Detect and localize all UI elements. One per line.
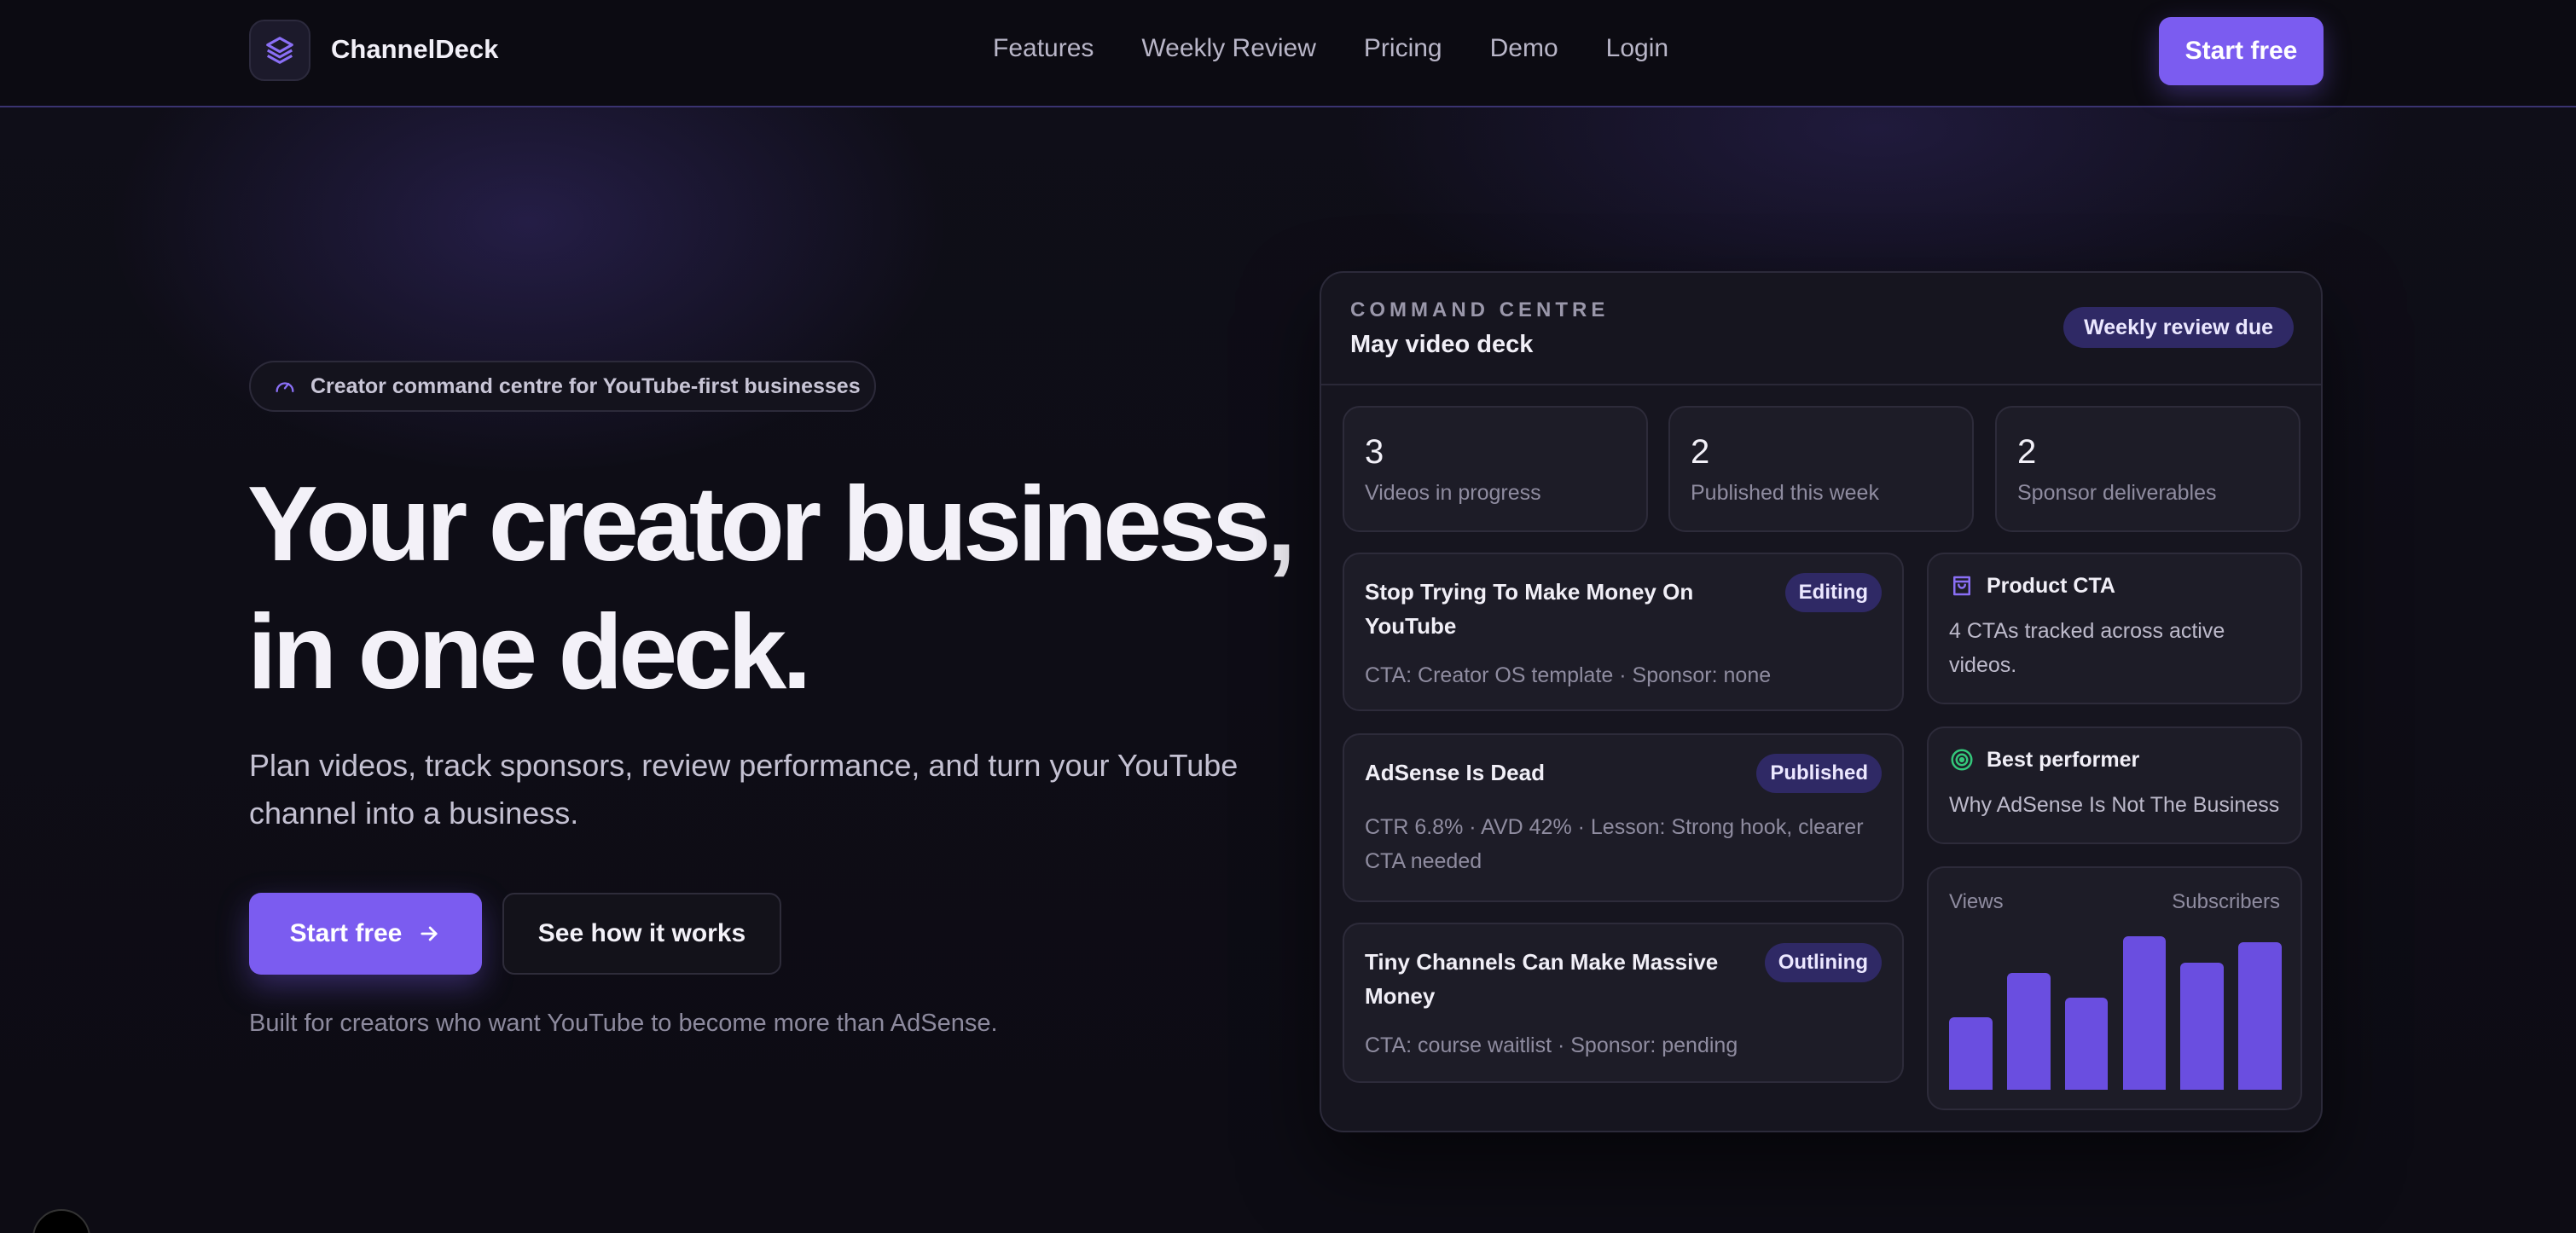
bar-chart (1949, 936, 2282, 1090)
chart-bar (2122, 936, 2167, 1090)
gauge-icon (276, 382, 294, 392)
product-cta-title: Product CTA (1987, 573, 2115, 598)
status-badge: Editing (1784, 573, 1882, 612)
best-performer-body: Why AdSense Is Not The Business (1949, 793, 2280, 817)
deck-kicker: COMMAND CENTRE (1350, 298, 1610, 321)
video-title: AdSense Is Dead (1365, 760, 1545, 785)
hero-pill-text: Creator command centre for YouTube-first… (310, 373, 861, 398)
nav-links: Features Weekly Review Pricing Demo Logi… (993, 34, 1716, 63)
stat-label: Published this week (1691, 481, 1879, 505)
nav-link-weekly-review[interactable]: Weekly Review (1141, 34, 1316, 63)
nav-link-demo[interactable]: Demo (1490, 34, 1558, 63)
chart-bar (2180, 962, 2225, 1090)
stat-value: 3 (1365, 433, 1384, 471)
video-card[interactable]: AdSense Is Dead Published CTR 6.8% · AVD… (1343, 733, 1904, 902)
nav-link-login[interactable]: Login (1606, 34, 1668, 63)
hero-start-free-label: Start free (289, 919, 403, 947)
chart-bar (2006, 973, 2051, 1090)
video-meta: CTA: Creator OS template · Sponsor: none (1365, 663, 1772, 687)
deck-title: May video deck (1350, 331, 1534, 358)
status-badge: Published (1756, 754, 1882, 793)
video-title: Stop Trying To Make Money On YouTube (1365, 579, 1694, 639)
layers-icon[interactable] (249, 20, 310, 81)
performance-chart-card: Views Subscribers (1927, 866, 2302, 1110)
video-card[interactable]: Stop Trying To Make Money On YouTube Edi… (1343, 553, 1904, 711)
stat-label: Videos in progress (1365, 481, 1541, 505)
stat-value: 2 (2017, 433, 2037, 471)
brand-name[interactable]: ChannelDeck (331, 34, 498, 65)
nav-link-pricing[interactable]: Pricing (1364, 34, 1442, 63)
product-cta-card[interactable]: Product CTA 4 CTAs tracked across active… (1927, 553, 2302, 704)
see-how-it-works-button[interactable]: See how it works (502, 893, 781, 975)
stat-card-videos: 3 Videos in progress (1343, 406, 1648, 532)
target-icon (1951, 749, 1973, 771)
stat-label: Sponsor deliverables (2017, 481, 2217, 505)
hero-start-free-button[interactable]: Start free (249, 893, 482, 975)
hero-title-line2: in one deck. (247, 593, 812, 711)
video-meta: CTA: course waitlist · Sponsor: pending (1365, 1033, 1738, 1057)
status-badge: Outlining (1764, 943, 1882, 982)
deck-header: COMMAND CENTRE May video deck Weekly rev… (1321, 273, 2321, 385)
weekly-review-badge[interactable]: Weekly review due (2063, 307, 2294, 348)
best-performer-title: Best performer (1987, 747, 2140, 772)
video-title: Tiny Channels Can Make Massive Money (1365, 949, 1719, 1009)
best-performer-card[interactable]: Best performer Why AdSense Is Not The Bu… (1927, 726, 2302, 844)
arrow-right-icon (421, 926, 438, 941)
hero-title-line1: Your creator business, (247, 466, 1297, 583)
stat-card-published: 2 Published this week (1668, 406, 1974, 532)
hero-pill: Creator command centre for YouTube-first… (249, 361, 876, 412)
nav-link-features[interactable]: Features (993, 34, 1094, 63)
chart-bar (2064, 998, 2109, 1090)
chart-views-label: Views (1949, 890, 2004, 913)
bag-icon (1953, 576, 1970, 596)
product-cta-body: 4 CTAs tracked across active videos. (1949, 619, 2225, 677)
stat-card-sponsors: 2 Sponsor deliverables (1995, 406, 2300, 532)
product-cta-head: Product CTA (1949, 573, 2115, 599)
chart-subscribers-label: Subscribers (2172, 890, 2280, 913)
chart-bar (2238, 942, 2282, 1090)
command-centre-deck: COMMAND CENTRE May video deck Weekly rev… (1320, 271, 2323, 1132)
chart-bar (1949, 1017, 1993, 1090)
corner-avatar[interactable] (32, 1209, 90, 1233)
best-performer-head: Best performer (1949, 747, 2139, 773)
hero-note: Built for creators who want YouTube to b… (249, 1010, 998, 1037)
top-nav: ChannelDeck Features Weekly Review Prici… (0, 0, 2576, 107)
nav-start-free-button[interactable]: Start free (2159, 17, 2324, 85)
hero-title: Your creator business, in one deck. (247, 460, 1314, 716)
video-card[interactable]: Tiny Channels Can Make Massive Money Out… (1343, 923, 1904, 1083)
hero-subtitle: Plan videos, track sponsors, review perf… (249, 748, 1239, 831)
stat-value: 2 (1691, 433, 1710, 471)
video-meta: CTR 6.8% · AVD 42% · Lesson: Strong hook… (1365, 815, 1864, 873)
